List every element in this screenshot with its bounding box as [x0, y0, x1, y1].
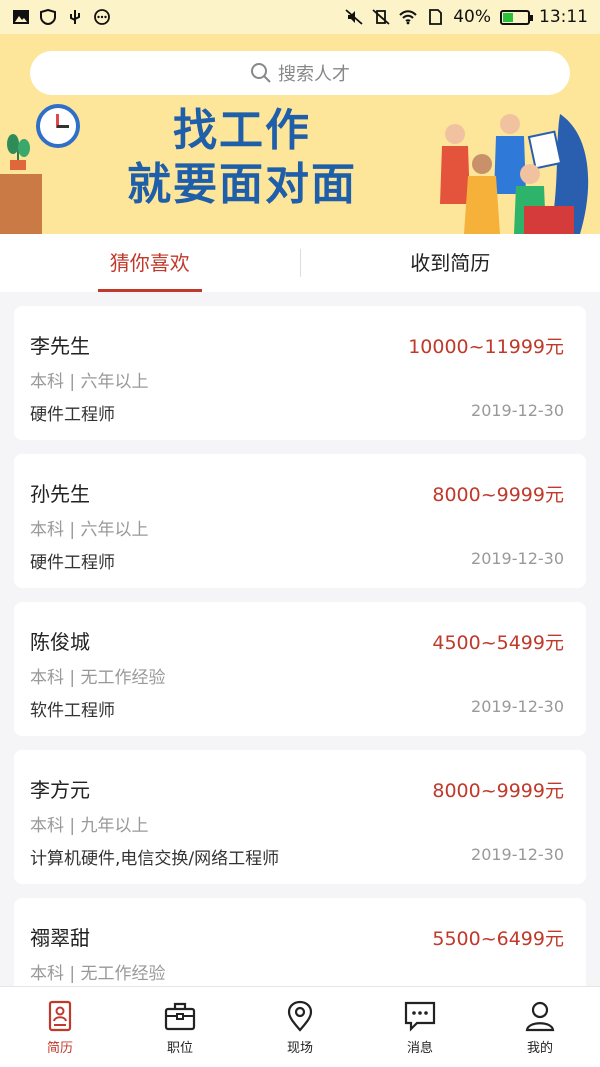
nav-label: 简历 [46, 1040, 73, 1056]
message-icon [404, 1001, 436, 1032]
status-right: 40% 13:11 [345, 7, 588, 27]
search-placeholder: 搜索人才 [278, 64, 350, 85]
clock-illustration [36, 104, 80, 148]
vibrate-off-icon [372, 9, 390, 25]
nav-jobs[interactable]: 职位 [120, 987, 240, 1067]
status-left [12, 9, 111, 25]
status-bar: 40% 13:11 [0, 0, 600, 34]
image-icon [13, 10, 29, 24]
usb-icon [70, 10, 80, 24]
search-bar[interactable]: 搜索人才 [30, 51, 570, 95]
more-icon [94, 9, 110, 25]
resume-card[interactable]: 李先生 10000~11999元 本科 | 六年以上 硬件工程师 2019-12… [14, 306, 586, 440]
resume-card[interactable]: 孙先生 8000~9999元 本科 | 六年以上 硬件工程师 2019-12-3… [14, 454, 586, 588]
shelf-illustration [0, 174, 42, 234]
bottom-nav: 简历 职位 现场 消息 我的 [0, 986, 600, 1067]
education-experience: 本科 | 无工作经验 [30, 964, 166, 984]
resume-date: 2019-12-30 [471, 697, 564, 716]
nav-label: 我的 [526, 1040, 553, 1056]
wifi-icon [399, 10, 417, 25]
nav-onsite[interactable]: 现场 [240, 987, 360, 1067]
job-title: 计算机硬件,电信交换/网络工程师 [30, 849, 280, 869]
nav-profile[interactable]: 我的 [480, 987, 600, 1067]
expected-salary: 5500~6499元 [432, 928, 564, 950]
resume-card[interactable]: 陈俊城 4500~5499元 本科 | 无工作经验 软件工程师 2019-12-… [14, 602, 586, 736]
location-icon [287, 1000, 313, 1032]
search-icon [251, 63, 271, 83]
clock-time: 13:11 [539, 7, 588, 27]
tab-label: 猜你喜欢 [109, 251, 190, 275]
plant-illustration [7, 134, 30, 170]
sim-icon [429, 9, 443, 25]
nav-label: 职位 [166, 1040, 193, 1056]
resume-date: 2019-12-30 [471, 401, 564, 420]
shield-icon [40, 9, 56, 25]
tab-recommended[interactable]: 猜你喜欢 [0, 234, 300, 292]
battery-fill [503, 12, 513, 22]
expected-salary: 8000~9999元 [432, 780, 564, 802]
expected-salary: 8000~9999元 [432, 484, 564, 506]
tab-bar: 猜你喜欢 收到简历 [0, 234, 600, 292]
team-illustration [440, 114, 589, 234]
user-icon [525, 1001, 555, 1031]
nav-resume[interactable]: 简历 [0, 987, 120, 1067]
education-experience: 本科 | 六年以上 [30, 520, 149, 540]
job-title: 硬件工程师 [30, 405, 115, 425]
nav-label: 现场 [286, 1040, 313, 1056]
resume-date: 2019-12-30 [471, 845, 564, 864]
tab-received-resumes[interactable]: 收到简历 [301, 234, 600, 292]
candidate-name: 李先生 [30, 334, 90, 358]
resume-list: 李先生 10000~11999元 本科 | 六年以上 硬件工程师 2019-12… [14, 306, 586, 1046]
banner-slogan: 找工作 就要面对面 [92, 104, 392, 212]
candidate-name: 李方元 [30, 778, 90, 802]
tab-label: 收到简历 [410, 251, 491, 275]
expected-salary: 4500~5499元 [432, 632, 564, 654]
battery-icon [500, 9, 533, 25]
slogan-line-2: 就要面对面 [127, 159, 357, 210]
mute-icon [345, 9, 363, 25]
education-experience: 本科 | 无工作经验 [30, 668, 166, 688]
job-title: 软件工程师 [30, 701, 115, 721]
resume-icon [48, 1000, 72, 1031]
expected-salary: 10000~11999元 [408, 336, 564, 358]
education-experience: 本科 | 九年以上 [30, 816, 149, 836]
candidate-name: 禤翠甜 [30, 926, 90, 950]
education-experience: 本科 | 六年以上 [30, 372, 149, 392]
slogan-line-1: 找工作 [173, 105, 311, 156]
nav-messages[interactable]: 消息 [360, 987, 480, 1067]
candidate-name: 陈俊城 [30, 630, 90, 654]
banner[interactable]: 搜索人才 找工作 就要面对面 [0, 34, 600, 234]
job-title: 硬件工程师 [30, 553, 115, 573]
resume-date: 2019-12-30 [471, 549, 564, 568]
resume-card[interactable]: 李方元 8000~9999元 本科 | 九年以上 计算机硬件,电信交换/网络工程… [14, 750, 586, 884]
battery-percent: 40% [453, 7, 491, 27]
briefcase-icon [164, 1002, 196, 1030]
active-tab-indicator [98, 289, 202, 292]
nav-label: 消息 [406, 1040, 433, 1056]
candidate-name: 孙先生 [30, 482, 90, 506]
